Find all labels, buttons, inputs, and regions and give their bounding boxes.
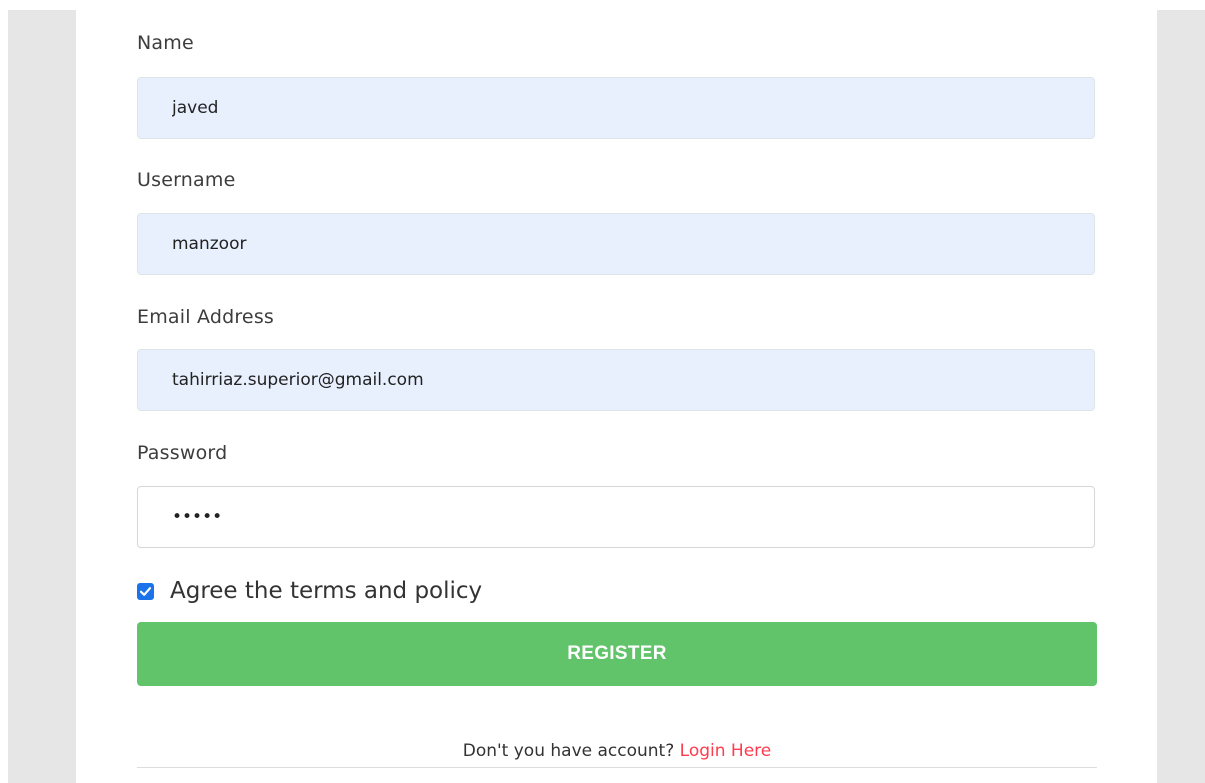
password-label: Password bbox=[137, 442, 228, 464]
password-input[interactable] bbox=[137, 486, 1095, 548]
agree-terms-label: Agree the terms and policy bbox=[170, 578, 483, 604]
name-input[interactable] bbox=[137, 77, 1095, 139]
page-gutter-right bbox=[1157, 10, 1205, 783]
register-card: Name Username Email Address Password Agr… bbox=[76, 0, 1157, 783]
register-button[interactable]: REGISTER bbox=[137, 622, 1097, 686]
checkmark-icon bbox=[139, 586, 152, 596]
footer-divider bbox=[137, 767, 1097, 768]
agree-terms-row[interactable]: Agree the terms and policy bbox=[137, 577, 482, 605]
agree-terms-checkbox[interactable] bbox=[137, 582, 154, 600]
username-label: Username bbox=[137, 169, 236, 191]
email-label: Email Address bbox=[137, 306, 275, 328]
email-input[interactable] bbox=[137, 349, 1095, 411]
login-prompt: Don't you have account? Login Here bbox=[137, 741, 1097, 761]
login-prompt-text: Don't you have account? bbox=[462, 741, 675, 761]
login-here-link[interactable]: Login Here bbox=[680, 741, 772, 761]
name-label: Name bbox=[137, 32, 194, 54]
username-input[interactable] bbox=[137, 213, 1095, 275]
page-gutter-left bbox=[8, 10, 76, 783]
